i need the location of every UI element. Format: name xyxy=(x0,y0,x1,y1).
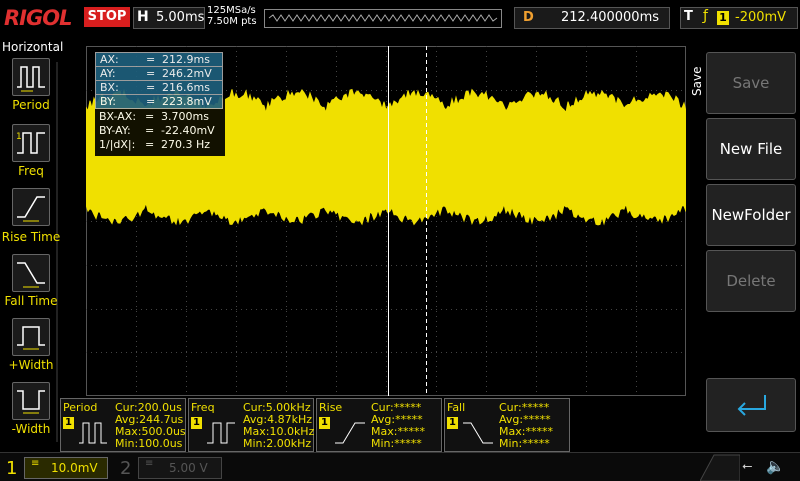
timebase-label: H xyxy=(137,9,149,25)
channel-2-scale: 5.00 V xyxy=(169,461,208,475)
delay-value: 212.400000ms xyxy=(561,10,659,25)
measurement-values: Cur:***** Avg:***** Max:***** Min:***** xyxy=(371,402,425,450)
negative-width-button[interactable] xyxy=(12,382,50,420)
fall-time-button[interactable] xyxy=(12,254,50,292)
freq-button[interactable]: 1 xyxy=(12,124,50,162)
rigol-logo: RIGOL xyxy=(4,6,71,30)
enter-button[interactable] xyxy=(706,378,796,432)
channel-2-number[interactable]: 2 xyxy=(120,458,131,479)
run-stop-indicator[interactable]: STOP xyxy=(84,7,130,27)
usb-icon: ⭠ xyxy=(742,459,752,474)
save-menu-title: Save xyxy=(690,67,704,96)
period-icon xyxy=(13,59,49,95)
freq-icon xyxy=(205,417,239,447)
cursor-row: BY-AY: = -22.40mV xyxy=(95,124,221,137)
cursor-row: BY: = 223.8mV xyxy=(95,94,223,109)
measurement-freq[interactable]: Freq 1 Cur:5.00kHz Avg:4.87kHz Max:10.0kHz… xyxy=(188,398,314,452)
channel-1-number[interactable]: 1 xyxy=(6,458,17,479)
negative-width-icon xyxy=(13,383,49,419)
fall-time-label: Fall Time xyxy=(0,294,62,308)
trigger-level: -200mV xyxy=(735,10,786,25)
measurement-values: Cur:5.00kHz Avg:4.87kHz Max:10.0kHz Min:2.0… xyxy=(243,402,314,450)
cursor-readout: AX: = 212.9ms AY: = 246.2mV BX: = 216.6ms BY: =… xyxy=(95,50,225,156)
coupling-icon: ≡ xyxy=(31,458,39,469)
measurement-fall[interactable]: Fall 1 Cur:***** Avg:***** Max:***** Min:**… xyxy=(444,398,570,452)
channel-1-scale-box[interactable]: ≡ 10.0mV xyxy=(24,457,108,479)
coupling-icon: ≡ xyxy=(145,458,153,469)
measurement-values: Cur:200.0us Avg:244.7us Max:500.0us Min:100… xyxy=(115,402,186,450)
delete-button[interactable]: Delete xyxy=(706,250,796,312)
timebase-box[interactable]: H 5.00ms xyxy=(133,7,205,29)
measurement-values: Cur:***** Avg:***** Max:***** Min:***** xyxy=(499,402,553,450)
cursor-row: BX: = 216.6ms xyxy=(95,80,223,95)
fall-time-icon xyxy=(461,417,495,447)
svg-text:1: 1 xyxy=(16,132,22,142)
cursor-row: AX: = 212.9ms xyxy=(95,52,223,67)
positive-width-label: +Width xyxy=(0,358,62,372)
horizontal-measure-menu: Horizontal Period 1 Freq Rise Time Fall … xyxy=(0,38,62,450)
acquisition-info: 125MSa/s 7.50M pts xyxy=(207,5,257,27)
rising-edge-icon: ƒ xyxy=(703,8,708,24)
new-folder-button[interactable]: NewFolder xyxy=(706,184,796,246)
rise-time-icon xyxy=(333,417,367,447)
trigger-box[interactable]: T ƒ 1 -200mV xyxy=(680,7,798,29)
period-icon xyxy=(77,417,111,447)
channel-1-scale: 10.0mV xyxy=(51,461,98,475)
memory-position-bar[interactable] xyxy=(264,9,502,28)
fall-time-icon xyxy=(13,255,49,291)
menu-title: Horizontal xyxy=(2,40,63,54)
memory-depth: 7.50M pts xyxy=(207,16,257,27)
sample-rate: 125MSa/s xyxy=(207,5,257,16)
trigger-label: T xyxy=(684,9,693,24)
rise-time-icon xyxy=(13,189,49,225)
rise-time-button[interactable] xyxy=(12,188,50,226)
measurement-period[interactable]: Period 1 Cur:200.0us Avg:244.7us Max:500.0… xyxy=(60,398,186,452)
cursor-row: AY: = 246.2mV xyxy=(95,66,223,81)
enter-icon xyxy=(731,391,771,421)
positive-width-button[interactable] xyxy=(12,318,50,356)
channel-bar: 1 ≡ 10.0mV 2 ≡ 5.00 V ⭠ 🔈 xyxy=(0,452,800,481)
speaker-mute-icon[interactable]: 🔈 xyxy=(766,457,785,475)
cursor-row: 1/|dX|: = 270.3 Hz xyxy=(95,138,221,151)
trigger-source: 1 xyxy=(717,11,729,25)
positive-width-icon xyxy=(13,319,49,355)
timebase-value: 5.00ms xyxy=(156,10,204,25)
period-button[interactable] xyxy=(12,58,50,96)
new-file-button[interactable]: New File xyxy=(706,118,796,180)
measurement-rise[interactable]: Rise 1 Cur:***** Avg:***** Max:***** Min:**… xyxy=(316,398,442,452)
cursor-row: BX-AX: = 3.700ms xyxy=(95,110,221,123)
save-button[interactable]: Save xyxy=(706,52,796,114)
menu-side-rail xyxy=(52,62,62,442)
delay-box[interactable]: D 212.400000ms xyxy=(514,7,670,29)
freq-label: Freq xyxy=(0,164,62,178)
rise-time-label: Rise Time xyxy=(0,230,62,244)
negative-width-label: -Width xyxy=(0,422,62,436)
status-bar: RIGOL STOP H 5.00ms 125MSa/s 7.50M pts D… xyxy=(0,0,800,38)
freq-icon: 1 xyxy=(13,125,49,161)
channel-2-scale-box[interactable]: ≡ 5.00 V xyxy=(138,457,222,479)
status-tab-icon xyxy=(700,453,740,481)
period-label: Period xyxy=(0,98,62,112)
memory-waveform-icon xyxy=(265,10,501,27)
delay-label: D xyxy=(523,10,534,25)
